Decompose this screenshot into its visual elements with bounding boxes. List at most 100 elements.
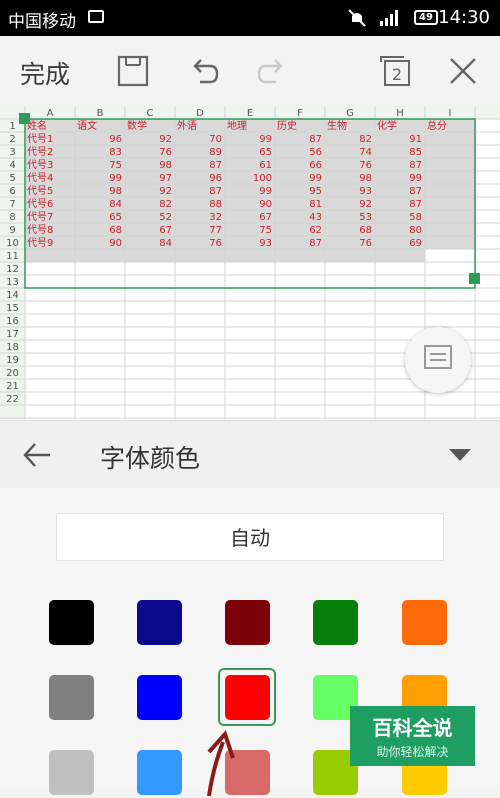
row-header-5: 5 bbox=[9, 173, 15, 184]
cell-value: 43 bbox=[309, 212, 322, 223]
cell-header: 历史 bbox=[277, 120, 297, 132]
cell-value: 68 bbox=[359, 225, 372, 236]
status-bar: 中国移动 49 14:30 bbox=[0, 0, 500, 36]
color-swatch[interactable] bbox=[137, 600, 182, 645]
auto-color-button[interactable]: 自动 bbox=[56, 513, 444, 561]
cell-value: 84 bbox=[159, 238, 172, 249]
cell-value: 65 bbox=[109, 212, 122, 223]
cell-value: 96 bbox=[109, 134, 122, 145]
cell-value: 91 bbox=[409, 134, 422, 145]
row-header-6: 6 bbox=[9, 186, 15, 197]
cell-value: 87 bbox=[409, 160, 422, 171]
cell-value: 93 bbox=[359, 186, 372, 197]
cell-value: 52 bbox=[159, 212, 172, 223]
cell-value: 99 bbox=[309, 173, 322, 184]
cell-value: 69 bbox=[409, 238, 422, 249]
color-swatch[interactable] bbox=[225, 600, 270, 645]
mute-icon bbox=[348, 9, 366, 27]
done-button[interactable]: 完成 bbox=[20, 55, 70, 91]
cell-value: 98 bbox=[359, 173, 372, 184]
color-swatch[interactable] bbox=[137, 750, 182, 795]
column-header-A: A bbox=[47, 108, 54, 119]
cell-value: 87 bbox=[309, 134, 322, 145]
cell-value: 92 bbox=[159, 134, 172, 145]
row-header-9: 9 bbox=[9, 225, 15, 236]
cell-name: 代号1 bbox=[27, 133, 53, 145]
watermark-subtitle: 助你轻松解决 bbox=[376, 745, 449, 759]
row-header-16: 16 bbox=[6, 316, 19, 327]
cell-header: 外语 bbox=[177, 120, 197, 132]
image-notification-icon bbox=[88, 10, 104, 23]
color-swatch[interactable] bbox=[402, 600, 447, 645]
cell-header: 化学 bbox=[377, 119, 397, 132]
cell-value: 56 bbox=[309, 147, 322, 158]
close-icon[interactable] bbox=[446, 54, 480, 88]
cell-value: 68 bbox=[109, 225, 122, 236]
cell-value: 92 bbox=[359, 199, 372, 210]
keyboard-icon bbox=[424, 345, 452, 369]
keyboard-toggle-button[interactable] bbox=[405, 327, 471, 393]
cell-value: 75 bbox=[109, 160, 122, 171]
cell-name: 代号9 bbox=[27, 237, 53, 249]
row-header-3: 3 bbox=[9, 147, 15, 158]
row-header-4: 4 bbox=[9, 160, 15, 171]
cell-value: 65 bbox=[259, 147, 272, 158]
cell-value: 90 bbox=[109, 238, 122, 249]
toolbar: 完成 2 bbox=[0, 36, 500, 107]
cell-value: 98 bbox=[159, 160, 172, 171]
cell-value: 77 bbox=[209, 225, 222, 236]
cell-value: 75 bbox=[259, 225, 272, 236]
clock: 14:30 bbox=[438, 7, 490, 28]
cell-value: 66 bbox=[309, 160, 322, 171]
selection-handle-bottom-right bbox=[469, 273, 480, 284]
color-swatch[interactable] bbox=[49, 675, 94, 720]
cell-header: 地理 bbox=[227, 119, 247, 132]
save-icon[interactable] bbox=[116, 54, 150, 88]
back-arrow-icon[interactable] bbox=[22, 441, 52, 469]
row-header-22: 22 bbox=[6, 394, 19, 405]
selected-color-ring bbox=[218, 668, 276, 726]
color-swatch[interactable] bbox=[137, 675, 182, 720]
cell-header: 语文 bbox=[77, 119, 97, 132]
watermark-title: 百科全说 bbox=[372, 716, 453, 740]
collapse-dropdown-icon[interactable] bbox=[449, 449, 471, 461]
row-header-13: 13 bbox=[6, 277, 19, 288]
cell-value: 95 bbox=[309, 186, 322, 197]
watermark-logo: 百科全说 助你轻松解决 bbox=[350, 706, 475, 766]
cell-value: 99 bbox=[409, 173, 422, 184]
redo-icon[interactable] bbox=[256, 54, 290, 88]
cell-value: 87 bbox=[209, 186, 222, 197]
cell-value: 98 bbox=[109, 186, 122, 197]
row-header-15: 15 bbox=[6, 303, 19, 314]
panel-title: 字体颜色 bbox=[100, 444, 201, 473]
color-swatch[interactable] bbox=[49, 750, 94, 795]
cell-value: 97 bbox=[159, 173, 172, 184]
undo-icon[interactable] bbox=[186, 54, 220, 88]
color-swatch[interactable] bbox=[49, 600, 94, 645]
cell-name: 代号6 bbox=[27, 198, 53, 210]
cell-value: 76 bbox=[359, 238, 372, 249]
sheets-icon[interactable]: 2 bbox=[378, 54, 412, 88]
cell-value: 96 bbox=[209, 173, 222, 184]
cell-value: 83 bbox=[109, 147, 122, 158]
column-header-D: D bbox=[196, 108, 204, 119]
cell-name: 代号4 bbox=[27, 172, 53, 184]
cell-value: 84 bbox=[109, 199, 122, 210]
cell-value: 67 bbox=[259, 212, 272, 223]
cell-value: 87 bbox=[309, 238, 322, 249]
color-swatch[interactable] bbox=[313, 600, 358, 645]
cell-header: 数学 bbox=[127, 119, 147, 132]
row-header-10: 10 bbox=[6, 238, 19, 249]
cell-name: 代号3 bbox=[27, 159, 53, 171]
row-header-21: 21 bbox=[6, 381, 19, 392]
row-header-18: 18 bbox=[6, 342, 19, 353]
cell-value: 58 bbox=[409, 212, 422, 223]
column-header-G: G bbox=[346, 108, 354, 119]
sheet-count: 2 bbox=[392, 65, 402, 84]
cell-value: 82 bbox=[359, 134, 372, 145]
cell-value: 61 bbox=[259, 160, 272, 171]
cell-name: 代号5 bbox=[27, 185, 53, 197]
cell-value: 100 bbox=[253, 173, 272, 184]
cell-value: 99 bbox=[259, 186, 272, 197]
cell-value: 70 bbox=[209, 134, 222, 145]
